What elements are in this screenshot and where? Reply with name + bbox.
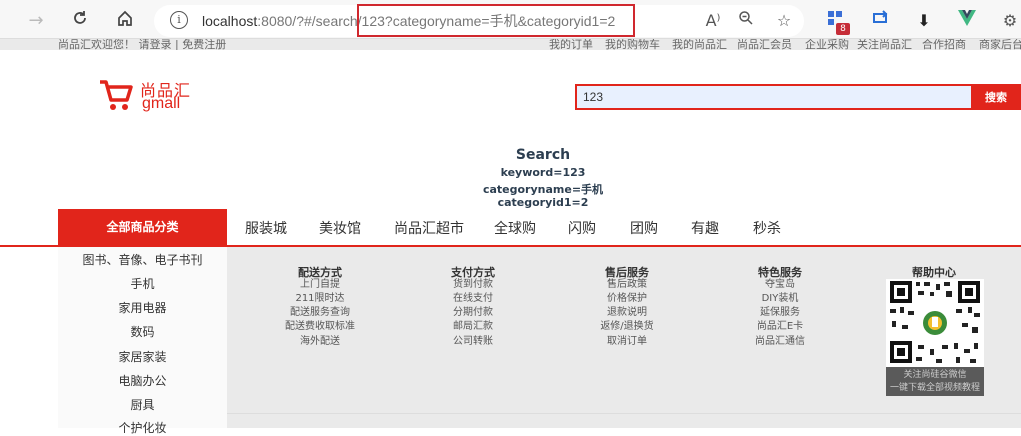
shortcut-link[interactable]: 尚品汇会员 (737, 39, 792, 50)
download-icon[interactable]: ⬇ (912, 9, 936, 33)
footer-link[interactable]: 211限时达 (270, 292, 370, 306)
footer-link[interactable]: 夺宝岛 (730, 278, 830, 292)
category-item[interactable]: 电脑办公 (58, 372, 227, 389)
footer-link[interactable]: 配送服务查询 (270, 306, 370, 320)
vue-devtools-icon[interactable] (955, 9, 979, 33)
footer-link[interactable]: 取消订单 (577, 335, 677, 349)
search-categoryname-text: categoryname=手机 (482, 183, 604, 196)
category-item[interactable]: 图书、音像、电子书刊 (58, 251, 227, 268)
search-button[interactable]: 搜索 (971, 84, 1021, 110)
footer-services: 配送方式 上门自提 211限时达 配送服务查询 配送费收取标准 海外配送 支付方… (227, 247, 1021, 428)
all-categories-button[interactable]: 全部商品分类 (58, 209, 227, 246)
sync-icon[interactable] (868, 9, 892, 33)
qr-code-image (886, 279, 984, 377)
footer-link[interactable]: DIY装机 (730, 292, 830, 306)
search-keyword-text: keyword=123 (500, 166, 586, 179)
shortcut-link[interactable]: 企业采购 (805, 39, 849, 50)
footer-link[interactable]: 货到付款 (423, 278, 523, 292)
shortcut-link[interactable]: 我的购物车 (605, 39, 660, 50)
reload-icon[interactable] (68, 9, 92, 33)
shortcut-link[interactable]: 我的尚品汇 (672, 39, 727, 50)
nav-item[interactable]: 服装城 (245, 218, 287, 238)
footer-link[interactable]: 在线支付 (423, 292, 523, 306)
extension-badge: 8 (836, 23, 850, 35)
home-icon[interactable] (113, 9, 137, 33)
nav-item[interactable]: 团购 (630, 218, 658, 238)
logo-text-en[interactable]: gmall (142, 95, 180, 113)
category-item[interactable]: 数码 (58, 323, 227, 340)
cart-logo-icon[interactable] (98, 78, 134, 112)
shortcut-bar: 尚品汇欢迎您！ 请登录 | 免费注册 我的订单 我的购物车 我的尚品汇 尚品汇会… (0, 38, 1021, 50)
nav-item[interactable]: 美妆馆 (319, 218, 361, 238)
nav-item[interactable]: 全球购 (494, 218, 536, 238)
footer-link[interactable]: 退款说明 (577, 306, 677, 320)
nav-item[interactable]: 秒杀 (753, 218, 781, 238)
footer-link[interactable]: 配送费收取标准 (270, 320, 370, 334)
footer-link[interactable]: 尚品汇E卡 (730, 320, 830, 334)
welcome-text[interactable]: 尚品汇欢迎您！ 请登录 | 免费注册 (58, 39, 226, 50)
zoom-icon[interactable] (734, 9, 758, 33)
url-text[interactable]: localhost:8080/?#/search/123?categorynam… (202, 5, 615, 37)
back-arrow-icon[interactable]: → (24, 9, 48, 33)
footer-divider (227, 413, 1021, 414)
search-page-title: Search (515, 147, 571, 163)
nav-item[interactable]: 尚品汇超市 (394, 218, 464, 238)
footer-link[interactable]: 上门自提 (270, 278, 370, 292)
category-item[interactable]: 家居家装 (58, 348, 227, 365)
qr-caption: 关注尚硅谷微信 一键下载全部视频教程 (886, 367, 984, 396)
qr-caption-line: 一键下载全部视频教程 (889, 383, 980, 393)
shortcut-link[interactable]: 关注尚品汇 (857, 39, 912, 50)
help-center-title: 帮助中心 (912, 266, 956, 279)
footer-link[interactable]: 分期付款 (423, 306, 523, 320)
shortcut-link[interactable]: 我的订单 (549, 39, 593, 50)
qr-caption-line: 关注尚硅谷微信 (903, 370, 967, 380)
shortcut-link[interactable]: 商家后台 (979, 39, 1021, 50)
footer-link[interactable]: 延保服务 (730, 306, 830, 320)
footer-link[interactable]: 返修/退换货 (577, 320, 677, 334)
footer-link[interactable]: 海外配送 (270, 335, 370, 349)
footer-link[interactable]: 公司转账 (423, 335, 523, 349)
category-item[interactable]: 家用电器 (58, 299, 227, 316)
site-info-icon[interactable]: i (170, 11, 188, 29)
browser-toolbar: → i localhost:8080/?#/search/123?categor… (0, 0, 1021, 38)
nav-item[interactable]: 有趣 (691, 218, 719, 238)
read-aloud-icon[interactable]: A⁾ (701, 9, 725, 33)
favorite-star-icon[interactable]: ☆ (772, 9, 796, 33)
footer-link[interactable]: 邮局汇款 (423, 320, 523, 334)
footer-link[interactable]: 尚品汇通信 (730, 335, 830, 349)
search-input[interactable] (575, 84, 973, 110)
footer-link[interactable]: 售后政策 (577, 278, 677, 292)
footer-link[interactable]: 价格保护 (577, 292, 677, 306)
category-item[interactable]: 手机 (58, 275, 227, 292)
shortcut-link[interactable]: 合作招商 (922, 39, 966, 50)
nav-item[interactable]: 闪购 (568, 218, 596, 238)
category-sidebar: 图书、音像、电子书刊 手机 家用电器 数码 家居家装 电脑办公 厨具 个护化妆 (58, 247, 227, 435)
extensions-puzzle-icon[interactable]: ⚙ (998, 9, 1021, 33)
search-categoryid-text: categoryid1=2 (497, 196, 589, 209)
category-item[interactable]: 厨具 (58, 396, 227, 413)
